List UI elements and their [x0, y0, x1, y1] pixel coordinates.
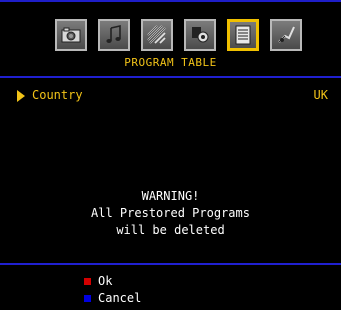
install-menu-icon[interactable] — [184, 19, 216, 51]
country-value[interactable]: UK — [314, 88, 328, 102]
blue-key-icon — [84, 295, 91, 302]
country-label: Country — [32, 88, 83, 102]
source-menu-icon[interactable] — [270, 19, 302, 51]
footer-divider — [0, 263, 341, 265]
selection-arrow-icon — [17, 90, 25, 102]
warning-line-2: will be deleted — [116, 223, 225, 237]
warning-line-1: All Prestored Programs — [91, 206, 250, 220]
warning-message: WARNING! All Prestored Programs will be … — [0, 188, 341, 239]
menu-header: PROGRAM TABLE — [0, 2, 341, 76]
feature-menu-icon[interactable] — [141, 19, 173, 51]
red-key-icon — [84, 278, 91, 285]
picture-menu-icon[interactable] — [55, 19, 87, 51]
menu-icon-bar — [55, 19, 307, 51]
header-divider — [0, 76, 341, 78]
menu-title: PROGRAM TABLE — [124, 56, 217, 69]
cancel-label: Cancel — [98, 291, 142, 305]
sound-menu-icon[interactable] — [98, 19, 130, 51]
program-table-icon[interactable] — [227, 19, 259, 51]
country-setting-row[interactable]: Country UK — [17, 88, 328, 104]
warning-heading: WARNING! — [141, 189, 200, 203]
ok-label: Ok — [98, 274, 113, 288]
